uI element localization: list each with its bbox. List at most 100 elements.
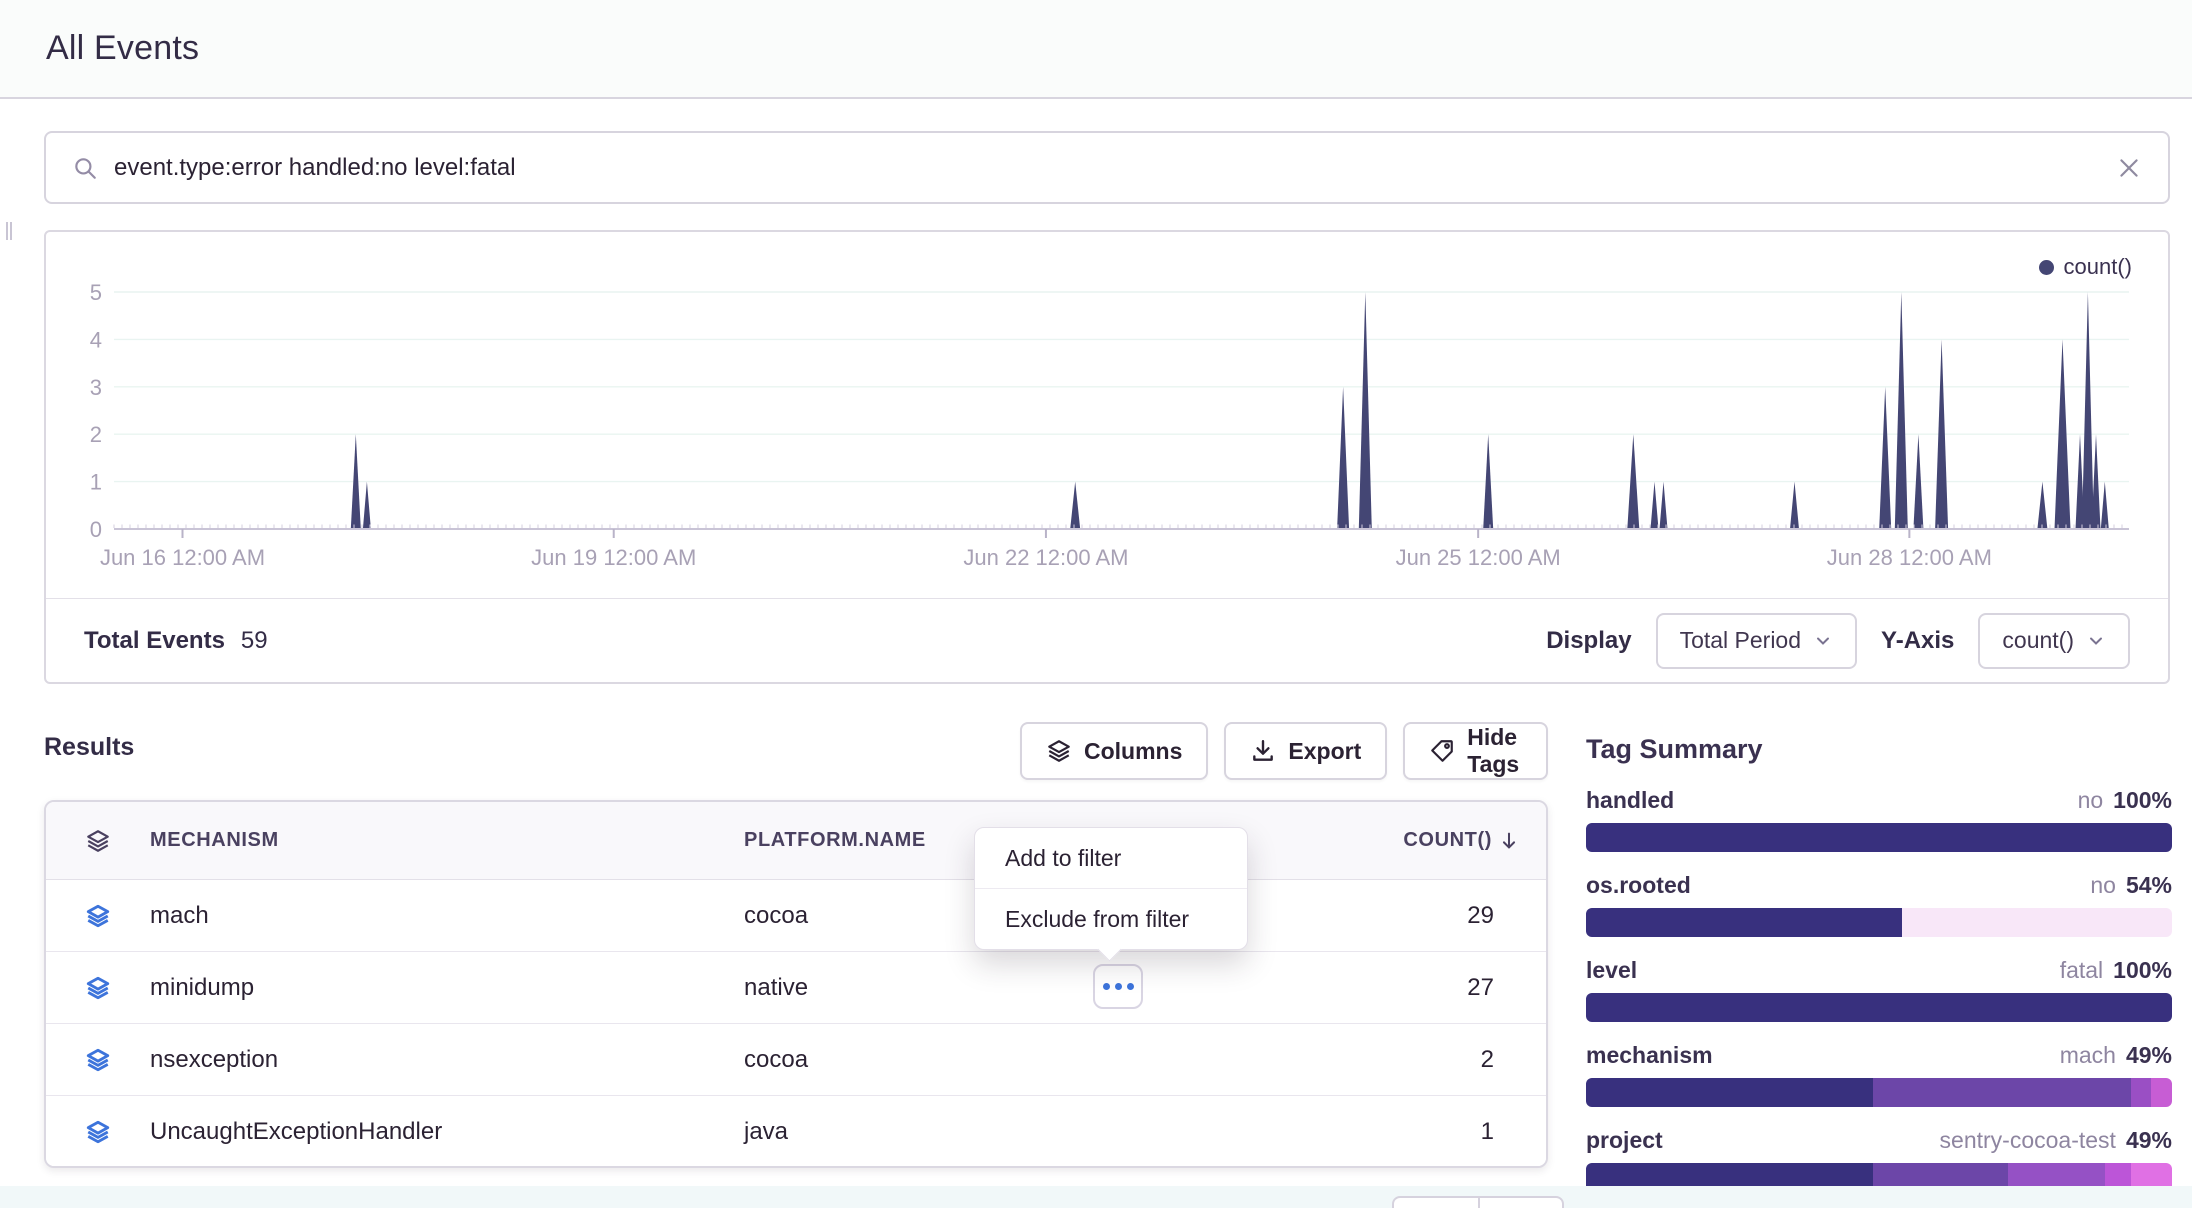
table-row[interactable]: machcocoa29 [46, 880, 1546, 952]
results-table-body: machcocoa29minidumpnative27nsexceptionco… [46, 880, 1546, 1168]
tag-distribution-bar[interactable] [1586, 1078, 2172, 1107]
search-bar[interactable]: event.type:error handled:no level:fatal [44, 131, 2170, 204]
tag-distribution-bar[interactable] [1586, 993, 2172, 1022]
event-link-cell[interactable] [46, 1047, 150, 1073]
count-cell[interactable]: 2 [1304, 1046, 1546, 1074]
pagination-buttons[interactable] [1392, 1196, 1564, 1208]
hide-tags-button[interactable]: Hide Tags [1403, 722, 1548, 780]
tag-summary-row: handledno100% [1586, 787, 2172, 852]
count-cell[interactable]: 29 [1304, 902, 1546, 930]
search-input[interactable]: event.type:error handled:no level:fatal [114, 154, 2116, 182]
svg-text:Jun 16 12:00 AM: Jun 16 12:00 AM [100, 545, 265, 570]
chevron-down-icon [2086, 631, 2106, 651]
menu-item-add-to-filter[interactable]: Add to filter [975, 828, 1247, 888]
events-chart-svg: 012345Jun 16 12:00 AMJun 19 12:00 AMJun … [46, 232, 2168, 600]
platform-cell[interactable]: cocoa [744, 1046, 1304, 1074]
tag-labels: handledno100% [1586, 787, 2172, 817]
svg-text:Jun 22 12:00 AM: Jun 22 12:00 AM [963, 545, 1128, 570]
mechanism-cell[interactable]: minidump [150, 974, 744, 1002]
tag-bar-segment[interactable] [1586, 823, 2172, 852]
yaxis-dropdown[interactable]: count() [1978, 613, 2130, 669]
layers-icon[interactable] [85, 1119, 111, 1145]
count-header-label: COUNT() [1403, 829, 1492, 852]
tag-name[interactable]: level [1586, 957, 1637, 984]
export-button[interactable]: Export [1224, 722, 1387, 780]
events-chart-panel: 012345Jun 16 12:00 AMJun 19 12:00 AMJun … [44, 230, 2170, 684]
layers-icon [85, 828, 111, 854]
tag-percent: 49% [2126, 1042, 2172, 1069]
mechanism-cell[interactable]: nsexception [150, 1046, 744, 1074]
table-row[interactable]: minidumpnative27 [46, 952, 1546, 1024]
layers-icon[interactable] [85, 903, 111, 929]
svg-text:Jun 25 12:00 AM: Jun 25 12:00 AM [1396, 545, 1561, 570]
tag-bar-segment[interactable] [1902, 908, 2172, 937]
table-row[interactable]: nsexceptioncocoa2 [46, 1024, 1546, 1096]
display-dropdown[interactable]: Total Period [1656, 613, 1857, 669]
layers-icon[interactable] [85, 975, 111, 1001]
column-header-count[interactable]: COUNT() [1304, 829, 1546, 852]
yaxis-label: Y-Axis [1881, 627, 1954, 655]
tag-summary: Tag Summary handledno100% os.rooted no 54% l… [1586, 734, 2172, 1208]
legend-dot-icon [2039, 260, 2054, 275]
platform-cell[interactable]: java [744, 1118, 1304, 1146]
mechanism-cell[interactable]: UncaughtExceptionHandler [150, 1118, 744, 1146]
tag-percent: 100% [2113, 787, 2172, 814]
tag-top-value: mach [2060, 1042, 2116, 1069]
tag-bar-segment[interactable] [1586, 993, 2172, 1022]
tag-percent: 100% [2113, 957, 2172, 984]
display-label: Display [1546, 627, 1631, 655]
search-icon [72, 155, 98, 181]
tag-name[interactable]: project [1586, 1127, 1663, 1154]
tag-labels: mechanism mach 49% [1586, 1042, 2172, 1072]
count-cell[interactable]: 1 [1304, 1118, 1546, 1146]
tag-distribution-bar[interactable] [1586, 823, 2172, 852]
tag-top-value: no [2090, 872, 2116, 899]
results-table-header: MECHANISM PLATFORM.NAME COUNT() [46, 802, 1546, 880]
tag-summary-title: Tag Summary [1586, 734, 2172, 765]
event-link-cell[interactable] [46, 1119, 150, 1145]
platform-cell[interactable]: native [744, 974, 1304, 1002]
event-link-cell[interactable] [46, 903, 150, 929]
columns-button[interactable]: Columns [1020, 722, 1208, 780]
tag-distribution-bar[interactable] [1586, 908, 2172, 937]
legend-label: count() [2064, 254, 2132, 280]
count-cell[interactable]: 27 [1304, 974, 1546, 1002]
tag-name[interactable]: mechanism [1586, 1042, 1713, 1069]
tag-labels: projectsentry-cocoa-test49% [1586, 1127, 2172, 1157]
event-link-cell[interactable] [46, 975, 150, 1001]
tag-top-value: fatal [2060, 957, 2103, 984]
count-value: 1 [1304, 1118, 1520, 1146]
events-chart-plot[interactable]: 012345Jun 16 12:00 AMJun 19 12:00 AMJun … [46, 232, 2168, 600]
table-row[interactable]: UncaughtExceptionHandlerjava1 [46, 1096, 1546, 1168]
tag-percent: 54% [2126, 872, 2172, 899]
total-events-label: Total Events [84, 627, 225, 655]
hide-tags-button-label: Hide Tags [1467, 724, 1522, 778]
tag-bar-segment[interactable] [1873, 1078, 2131, 1107]
tag-name[interactable]: os.rooted [1586, 872, 1691, 899]
tag-bar-segment[interactable] [1586, 1078, 1873, 1107]
tag-bar-segment[interactable] [2131, 1078, 2152, 1107]
panel-drag-handle[interactable] [6, 222, 12, 240]
cell-actions-menu: Add to filter Exclude from filter [974, 827, 1248, 950]
tag-bar-segment[interactable] [2151, 1078, 2172, 1107]
clear-search-icon[interactable] [2116, 155, 2142, 181]
ellipsis-icon [1127, 983, 1134, 990]
tag-bar-segment[interactable] [1586, 908, 1902, 937]
download-icon [1250, 738, 1276, 764]
chevron-down-icon [1813, 631, 1833, 651]
tag-name[interactable]: handled [1586, 787, 1674, 814]
mechanism-cell[interactable]: mach [150, 902, 744, 930]
all-events-page: All Events event.type:error handled:no l… [0, 0, 2192, 1208]
layers-icon[interactable] [85, 1047, 111, 1073]
results-heading: Results [44, 733, 134, 762]
svg-text:Jun 19 12:00 AM: Jun 19 12:00 AM [531, 545, 696, 570]
results-toolbar: Columns Export Hide Tags [1020, 722, 1548, 780]
page-bottom-strip [0, 1186, 2192, 1208]
layers-icon [1046, 738, 1072, 764]
column-header-mechanism[interactable]: MECHANISM [150, 829, 744, 852]
tag-summary-row: projectsentry-cocoa-test49% [1586, 1127, 2172, 1192]
cell-actions-button[interactable] [1093, 964, 1143, 1009]
tag-summary-row: os.rooted no 54% [1586, 872, 2172, 937]
tag-labels: level fatal 100% [1586, 957, 2172, 987]
page-header: All Events [0, 0, 2192, 99]
